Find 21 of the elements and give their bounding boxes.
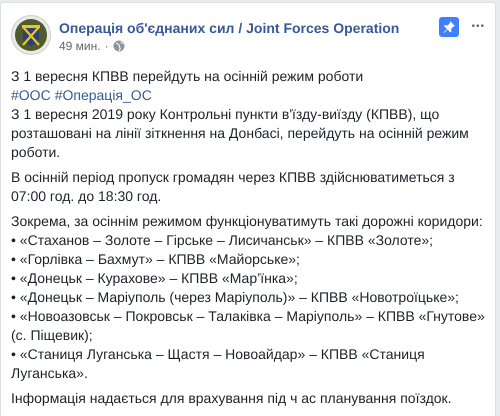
post-paragraph: В осінній період пропуск громадян через КПВВ здійснюватиметься з 07:00 год. до 18:30 год. bbox=[11, 168, 456, 206]
list-item: • «Донецьк – Маріуполь (через Маріуполь)» – КПВВ «Новотроїцьке»; bbox=[11, 288, 460, 307]
post-headline: З 1 вересня КПВВ перейдуть на осінній режим роботи bbox=[11, 67, 364, 86]
hashtag-link[interactable]: #Операція_ОС bbox=[54, 86, 152, 105]
more-button[interactable]: ••• bbox=[467, 21, 485, 32]
post-paragraph: З 1 вересня 2019 року Контрольні пункти в'їзду-виїзду (КПВВ), що розташовані на лінії зіткнення на Донбасі, перейдуть на осінній режим роботи. bbox=[11, 105, 470, 162]
post-time[interactable]: 49 мин. bbox=[59, 39, 101, 53]
emblem-icon bbox=[11, 15, 51, 55]
list-intro: Зокрема, за осіннім режимом функціонуватимуть такі дорожні коридори: bbox=[11, 212, 484, 231]
list-item: • «Станиця Луганська – Щастя – Новоайдар» – КПВВ «Станиця Луганська». bbox=[11, 345, 426, 383]
list-item: • «Новоазовськ – Покровськ – Талаківка – Маріуполь» – КПВВ «Гнутове» (с. Піщевик); bbox=[11, 307, 486, 345]
pin-button[interactable] bbox=[439, 17, 460, 37]
pin-icon bbox=[443, 21, 456, 33]
author-name[interactable]: Операція об'єднаних сил / Joint Forces Operation bbox=[59, 20, 432, 36]
separator: · bbox=[104, 39, 109, 53]
list-item: • «Горлівка – Бахмут» – КПВВ «Майорське»; bbox=[11, 250, 301, 269]
list-item: • «Стаханов – Золоте – Гірське – Лисичанськ» – КПВВ «Золоте»; bbox=[11, 231, 434, 250]
list-item: • «Донецьк – Курахове» – КПВВ «Мар’їнка»; bbox=[11, 269, 299, 288]
globe-icon bbox=[112, 40, 125, 52]
hashtag-link[interactable]: #ООС bbox=[11, 86, 51, 105]
post-paragraph: Інформація надається для врахування під ч ас планування поїздок. bbox=[11, 389, 453, 408]
